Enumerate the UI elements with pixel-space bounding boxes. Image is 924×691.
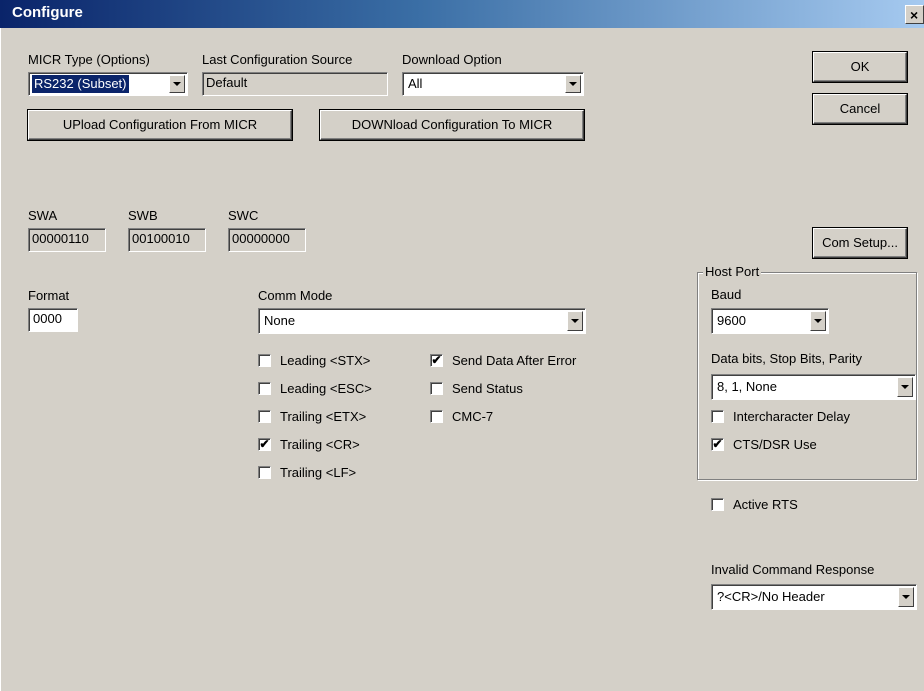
checkbox-box[interactable] <box>258 354 271 367</box>
comm-mode-value: None <box>264 313 296 328</box>
checkbox-label: CMC-7 <box>452 409 494 424</box>
checkbox-cmc7[interactable]: CMC-7 <box>430 408 610 428</box>
download-option-select[interactable]: All <box>402 72 584 96</box>
close-button[interactable]: × <box>905 5 924 24</box>
checkbox-box[interactable] <box>430 410 443 423</box>
check-icon[interactable]: ✔ <box>258 438 271 451</box>
window-frame-left <box>0 28 4 691</box>
last-config-field: Default <box>202 72 388 96</box>
chevron-down-icon[interactable] <box>898 587 914 607</box>
checkbox-box[interactable] <box>711 410 724 423</box>
checkbox-label: Trailing <ETX> <box>280 409 367 424</box>
checkbox-box[interactable] <box>258 466 271 479</box>
cancel-button[interactable]: Cancel <box>813 94 907 124</box>
checkbox-box[interactable] <box>258 410 271 423</box>
swa-field: 00000110 <box>28 228 106 252</box>
checkbox-send-data-after-error[interactable]: ✔ Send Data After Error <box>430 352 610 372</box>
com-setup-button[interactable]: Com Setup... <box>813 228 907 258</box>
download-option-value: All <box>408 76 423 91</box>
baud-value: 9600 <box>717 313 746 328</box>
checkbox-label: Send Data After Error <box>452 353 577 368</box>
checkbox-label: Intercharacter Delay <box>733 409 851 424</box>
checkbox-active-rts[interactable]: Active RTS <box>711 496 871 516</box>
format-input[interactable]: 0000 <box>28 308 78 332</box>
chevron-down-icon[interactable] <box>565 75 581 93</box>
invalid-command-value: ?<CR>/No Header <box>717 589 825 604</box>
chevron-down-icon[interactable] <box>567 311 583 331</box>
checkbox-leading-stx[interactable]: Leading <STX> <box>258 352 418 372</box>
check-icon[interactable]: ✔ <box>430 354 443 367</box>
micr-type-value: RS232 (Subset) <box>32 75 129 93</box>
host-port-label: Host Port <box>703 264 762 279</box>
swb-field: 00100010 <box>128 228 206 252</box>
chevron-down-icon[interactable] <box>810 311 826 331</box>
checkbox-label: Send Status <box>452 381 523 396</box>
invalid-command-select[interactable]: ?<CR>/No Header <box>711 584 917 610</box>
data-bits-value: 8, 1, None <box>717 379 777 394</box>
checkbox-leading-esc[interactable]: Leading <ESC> <box>258 380 418 400</box>
comm-mode-select[interactable]: None <box>258 308 586 334</box>
checkbox-trailing-cr[interactable]: ✔ Trailing <CR> <box>258 436 418 456</box>
swb-label: SWB <box>128 208 158 223</box>
swa-label: SWA <box>28 208 58 223</box>
upload-config-button[interactable]: UPload Configuration From MICR <box>28 110 292 140</box>
checkbox-label: Leading <STX> <box>280 353 371 368</box>
close-icon: × <box>910 7 919 23</box>
micr-type-select[interactable]: RS232 (Subset) <box>28 72 188 96</box>
chevron-down-icon[interactable] <box>897 377 913 397</box>
checkbox-label: CTS/DSR Use <box>733 437 817 452</box>
check-icon[interactable]: ✔ <box>711 438 724 451</box>
checkbox-intercharacter-delay[interactable]: Intercharacter Delay <box>711 408 901 428</box>
window-title: Configure <box>12 4 83 21</box>
checkbox-label: Trailing <CR> <box>280 437 360 452</box>
data-bits-select[interactable]: 8, 1, None <box>711 374 916 400</box>
checkbox-send-status[interactable]: Send Status <box>430 380 610 400</box>
baud-select[interactable]: 9600 <box>711 308 829 334</box>
invalid-command-label: Invalid Command Response <box>711 562 875 577</box>
checkbox-cts-dsr[interactable]: ✔ CTS/DSR Use <box>711 436 901 456</box>
baud-label: Baud <box>711 287 742 302</box>
checkbox-label: Active RTS <box>733 497 798 512</box>
chevron-down-icon[interactable] <box>169 75 185 93</box>
comm-mode-label: Comm Mode <box>258 288 333 303</box>
ok-button[interactable]: OK <box>813 52 907 82</box>
title-bar[interactable] <box>0 0 924 28</box>
checkbox-box[interactable] <box>258 382 271 395</box>
swc-field: 00000000 <box>228 228 306 252</box>
checkbox-trailing-lf[interactable]: Trailing <LF> <box>258 464 418 484</box>
checkbox-trailing-etx[interactable]: Trailing <ETX> <box>258 408 418 428</box>
format-label: Format <box>28 288 70 303</box>
checkbox-label: Trailing <LF> <box>280 465 357 480</box>
micr-type-label: MICR Type (Options) <box>28 52 150 67</box>
download-config-button[interactable]: DOWNload Configuration To MICR <box>320 110 584 140</box>
data-bits-label: Data bits, Stop Bits, Parity <box>711 351 863 366</box>
checkbox-box[interactable] <box>711 498 724 511</box>
swc-label: SWC <box>228 208 259 223</box>
last-config-label: Last Configuration Source <box>202 52 353 67</box>
checkbox-label: Leading <ESC> <box>280 381 372 396</box>
download-option-label: Download Option <box>402 52 502 67</box>
checkbox-box[interactable] <box>430 382 443 395</box>
